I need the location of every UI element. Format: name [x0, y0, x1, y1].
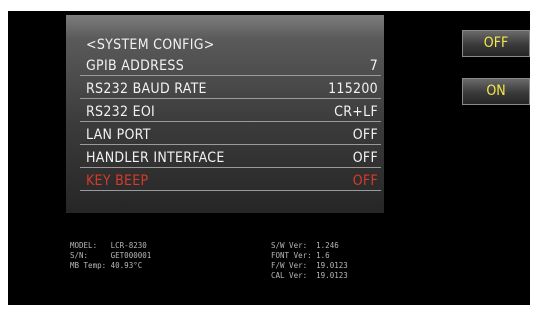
menu-item-value: OFF — [352, 127, 378, 143]
model-label: MODEL: — [70, 241, 98, 250]
menu-item-handler-interface[interactable]: HANDLER INTERFACE OFF — [80, 149, 381, 168]
menu-title: <SYSTEM CONFIG> — [80, 36, 381, 55]
menu-item-value: CR+LF — [334, 104, 378, 120]
sw-ver-line: S/W Ver: 1.246 — [271, 241, 348, 251]
mb-temp-label: MB Temp: — [70, 261, 107, 270]
font-ver-line: FONT Ver: 1.6 — [271, 251, 348, 261]
softkey-off-button[interactable]: OFF — [462, 30, 530, 57]
model-line: MODEL: LCR-8230 — [70, 241, 151, 251]
menu-item-value: 7 — [369, 58, 378, 74]
mb-temp-value: 40.93°C — [110, 261, 143, 270]
fw-ver-label: F/W Ver: — [271, 261, 308, 270]
fw-ver-value: 19.0123 — [316, 261, 348, 270]
softkey-on-button[interactable]: ON — [462, 78, 530, 105]
menu-item-value: OFF — [352, 150, 378, 166]
cal-ver-line: CAL Ver: 19.0123 — [271, 271, 348, 281]
menu-item-label: GPIB ADDRESS — [86, 58, 185, 74]
font-ver-label: FONT Ver: — [271, 251, 312, 260]
serial-label: S/N: — [70, 251, 89, 260]
menu-title-label: <SYSTEM CONFIG> — [86, 37, 215, 53]
menu-item-rs232-baud-rate[interactable]: RS232 BAUD RATE 115200 — [80, 80, 381, 99]
fw-ver-line: F/W Ver: 19.0123 — [271, 261, 348, 271]
sw-ver-label: S/W Ver: — [271, 241, 308, 250]
menu-item-label: RS232 EOI — [86, 104, 156, 120]
menu-item-value: 115200 — [328, 81, 378, 97]
sw-ver-value: 1.246 — [316, 241, 339, 250]
menu-item-rs232-eoi[interactable]: RS232 EOI CR+LF — [80, 103, 381, 122]
menu-item-value: OFF — [352, 173, 378, 189]
cal-ver-label: CAL Ver: — [271, 271, 308, 280]
menu-item-key-beep[interactable]: KEY BEEP OFF — [80, 172, 381, 191]
menu-item-lan-port[interactable]: LAN PORT OFF — [80, 126, 381, 145]
menu-item-label: HANDLER INTERFACE — [86, 150, 225, 166]
serial-line: S/N: GET000001 — [70, 251, 151, 261]
menu-item-label: LAN PORT — [86, 127, 151, 143]
mb-temp-line: MB Temp: 40.93°C — [70, 261, 151, 271]
device-info-left: MODEL: LCR-8230 S/N: GET000001 MB Temp: … — [70, 241, 151, 271]
serial-value: GET000001 — [110, 251, 152, 260]
menu-item-label: RS232 BAUD RATE — [86, 81, 207, 97]
font-ver-value: 1.6 — [316, 251, 330, 260]
menu-item-label: KEY BEEP — [86, 173, 149, 189]
device-info-right: S/W Ver: 1.246 FONT Ver: 1.6 F/W Ver: 19… — [271, 241, 348, 281]
cal-ver-value: 19.0123 — [316, 271, 348, 280]
model-value: LCR-8230 — [110, 241, 147, 250]
menu-item-gpib-address[interactable]: GPIB ADDRESS 7 — [80, 57, 381, 76]
